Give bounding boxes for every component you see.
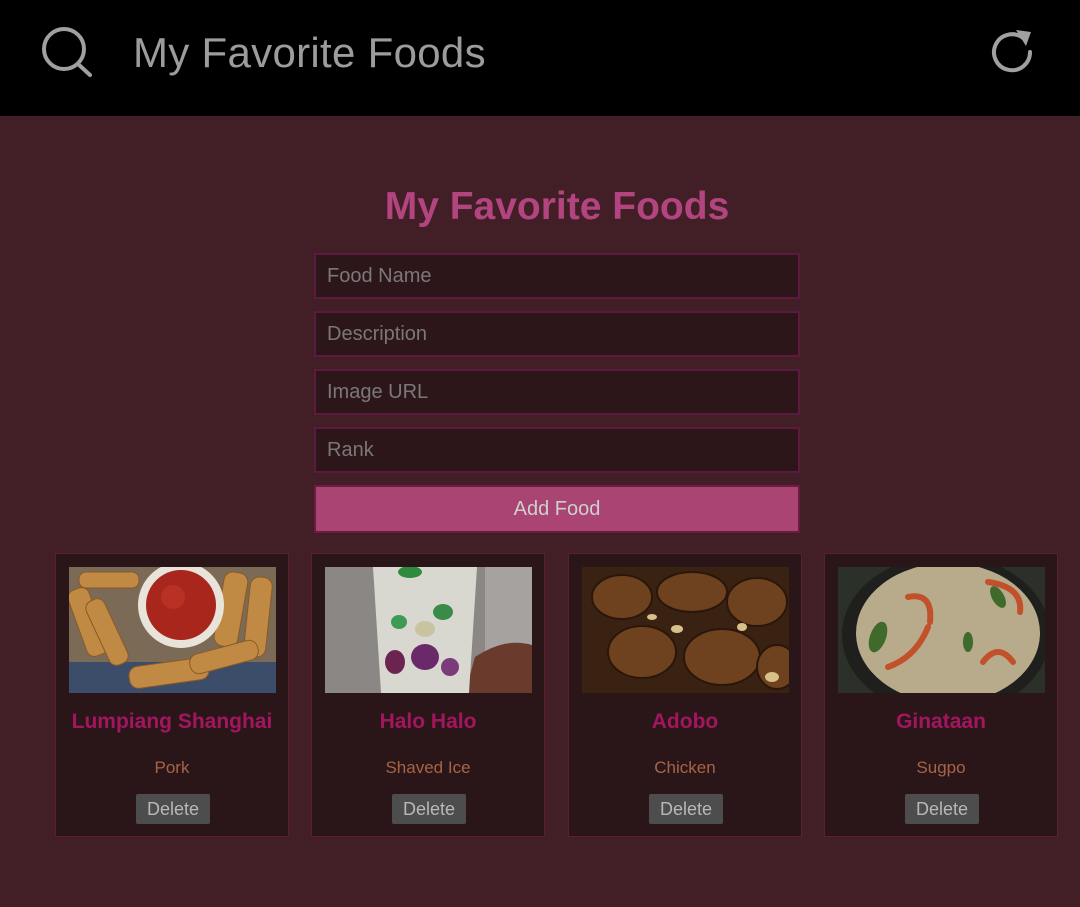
food-description: Chicken xyxy=(654,758,716,777)
rank-input[interactable] xyxy=(314,427,800,473)
food-name: Ginataan xyxy=(896,710,986,733)
food-name: Adobo xyxy=(651,710,719,733)
refresh-icon[interactable] xyxy=(986,26,1038,78)
food-card-lumpiang-shanghai: Lumpiang Shanghai Pork Delete xyxy=(55,553,289,837)
delete-button[interactable]: Delete xyxy=(136,794,211,824)
food-name: Lumpiang Shanghai xyxy=(71,710,273,733)
app-title: My Favorite Foods xyxy=(133,29,486,76)
food-image-halo-halo xyxy=(325,567,532,693)
delete-button[interactable]: Delete xyxy=(905,794,980,824)
food-card-adobo: Adobo Chicken Delete xyxy=(568,553,802,837)
delete-button[interactable]: Delete xyxy=(392,794,467,824)
food-card-ginataan: Ginataan Sugpo Delete xyxy=(824,553,1058,837)
food-image-lumpia xyxy=(69,567,276,693)
food-description: Shaved Ice xyxy=(385,758,471,777)
description-input[interactable] xyxy=(314,311,800,357)
page-title: My Favorite Foods xyxy=(384,185,730,228)
food-name-input[interactable] xyxy=(314,253,800,299)
search-icon[interactable] xyxy=(38,25,94,77)
add-food-button[interactable]: Add Food xyxy=(314,485,800,533)
food-description: Pork xyxy=(154,758,190,777)
food-image-ginataan xyxy=(838,567,1045,693)
food-card-halo-halo: Halo Halo Shaved Ice Delete xyxy=(311,553,545,837)
food-name: Halo Halo xyxy=(379,710,477,733)
delete-button[interactable]: Delete xyxy=(649,794,724,824)
food-description: Sugpo xyxy=(916,758,966,777)
app-bar: My Favorite Foods xyxy=(0,0,1080,116)
image-url-input[interactable] xyxy=(314,369,800,415)
food-image-adobo xyxy=(582,567,789,693)
